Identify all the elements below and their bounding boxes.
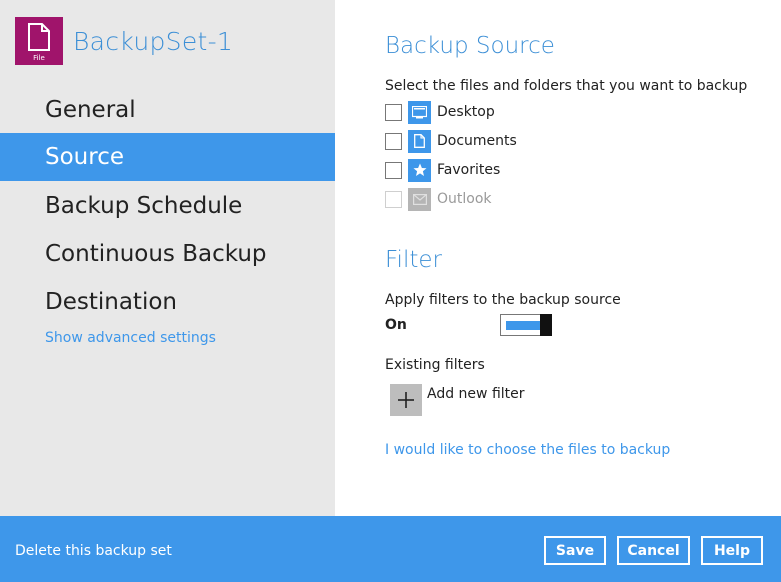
desktop-checkbox[interactable] — [385, 103, 402, 121]
sidebar-item-destination[interactable]: Destination — [0, 278, 335, 326]
add-filter-label[interactable]: Add new filter — [427, 386, 525, 402]
source-item-outlook: Outlook — [385, 187, 492, 211]
documents-label: Documents — [437, 133, 517, 149]
toggle-fill — [506, 321, 540, 330]
delete-backup-set-link[interactable]: Delete this backup set — [15, 543, 172, 559]
app-title: BackupSet-1 — [73, 27, 234, 56]
source-item-documents: Documents — [385, 129, 517, 153]
outlook-checkbox — [385, 190, 402, 208]
show-advanced-settings-link[interactable]: Show advanced settings — [45, 330, 216, 346]
add-filter-button[interactable] — [390, 384, 422, 416]
cancel-button[interactable]: Cancel — [617, 536, 690, 565]
save-button[interactable]: Save — [544, 536, 606, 565]
sidebar-item-continuous-backup[interactable]: Continuous Backup — [0, 230, 335, 278]
filter-toggle-state: On — [385, 317, 407, 333]
existing-filters-label: Existing filters — [385, 357, 485, 373]
sidebar: File BackupSet-1 General Source Backup S… — [0, 0, 335, 516]
plus-icon — [398, 392, 414, 408]
document-icon — [408, 129, 431, 153]
outlook-label: Outlook — [437, 191, 492, 207]
file-app-icon: File — [15, 17, 63, 65]
filter-toggle[interactable] — [500, 314, 552, 336]
envelope-icon — [408, 187, 431, 211]
star-icon — [408, 158, 431, 182]
footer-bar: Delete this backup set Save Cancel Help — [0, 516, 781, 582]
app-icon-label: File — [33, 54, 45, 62]
source-item-desktop: Desktop — [385, 100, 495, 124]
choose-files-link[interactable]: I would like to choose the files to back… — [385, 442, 670, 458]
desktop-icon — [408, 100, 431, 124]
backup-source-title: Backup Source — [385, 33, 555, 59]
sidebar-item-backup-schedule[interactable]: Backup Schedule — [0, 182, 335, 230]
source-item-favorites: Favorites — [385, 158, 501, 182]
help-button[interactable]: Help — [701, 536, 763, 565]
desktop-label: Desktop — [437, 104, 495, 120]
apply-filters-label: Apply filters to the backup source — [385, 292, 621, 308]
favorites-label: Favorites — [437, 162, 501, 178]
documents-checkbox[interactable] — [385, 132, 402, 150]
sidebar-item-source[interactable]: Source — [0, 133, 335, 181]
toggle-knob — [540, 314, 552, 336]
backup-source-instruction: Select the files and folders that you wa… — [385, 78, 748, 94]
filter-title: Filter — [385, 247, 442, 273]
sidebar-item-general[interactable]: General — [0, 86, 335, 134]
favorites-checkbox[interactable] — [385, 161, 402, 179]
